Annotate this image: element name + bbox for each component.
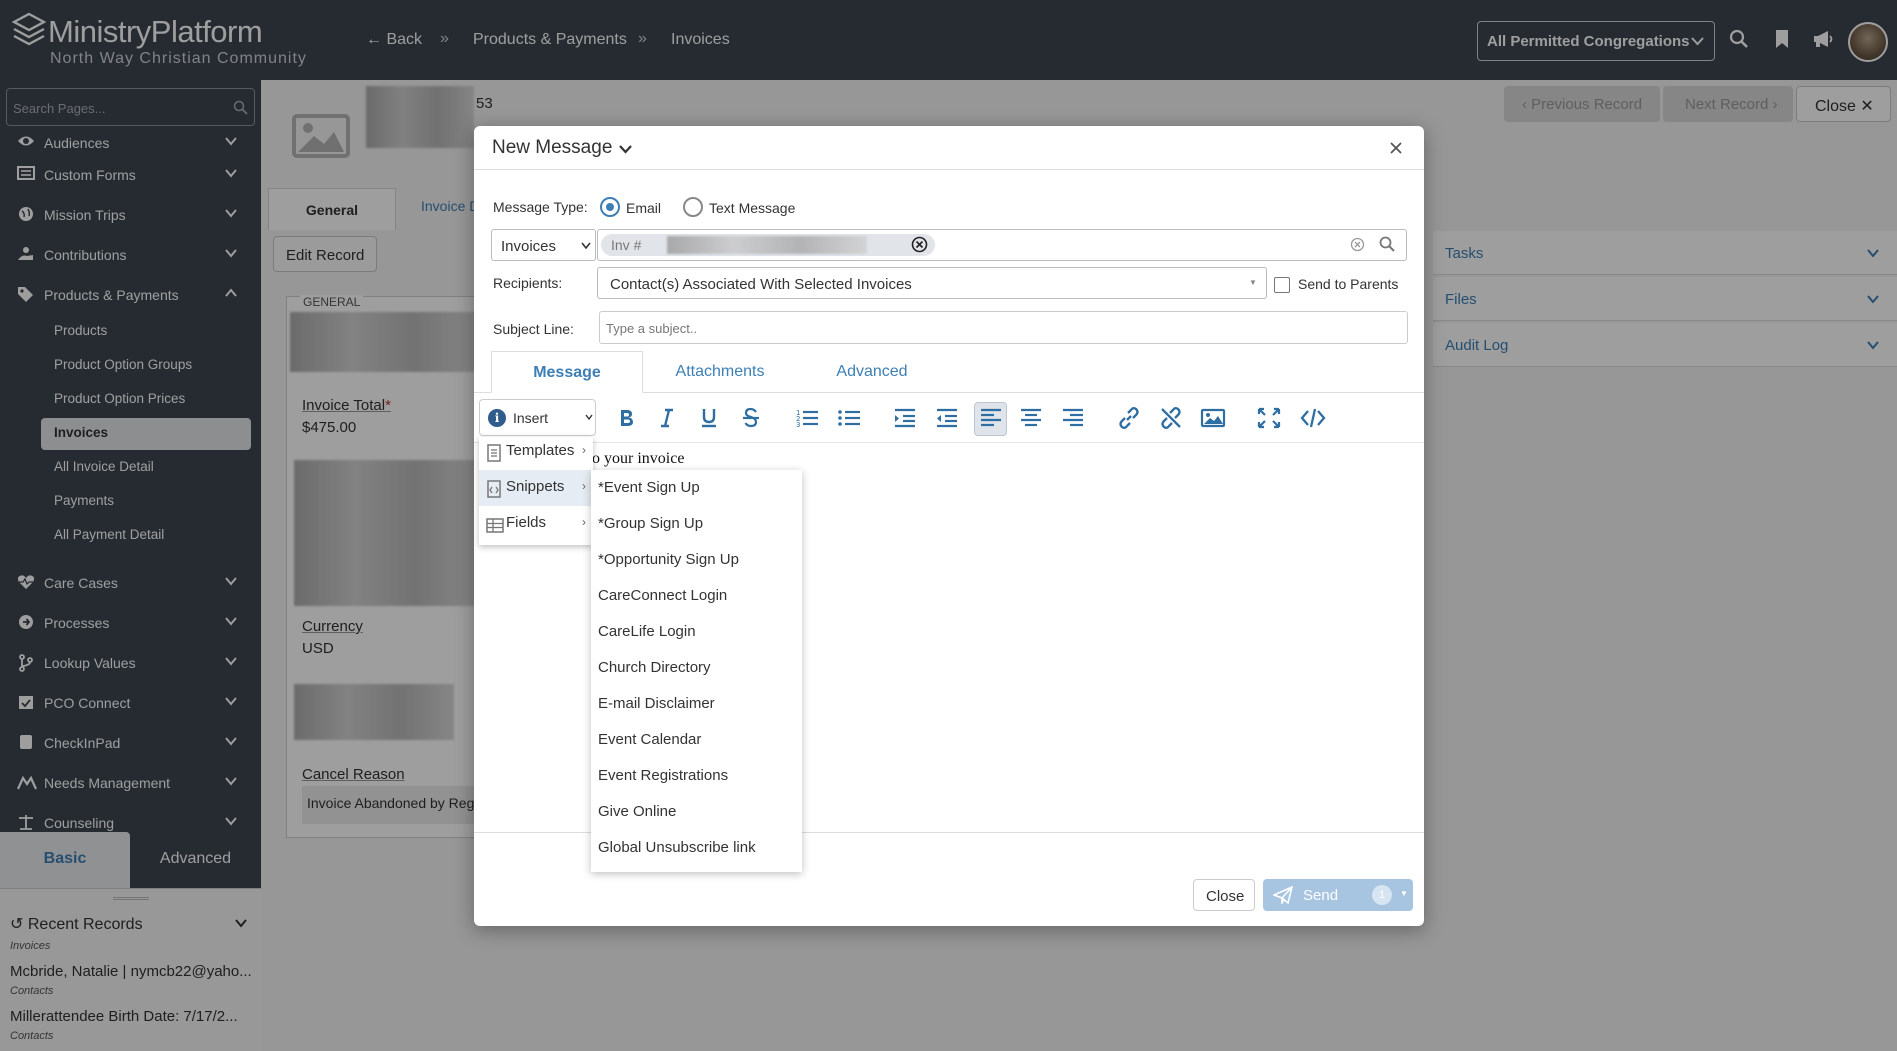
template-icon [487, 444, 501, 462]
close-button[interactable]: Close [1193, 879, 1255, 911]
send-to-parents-label[interactable]: Send to Parents [1298, 276, 1398, 292]
snippet-item[interactable]: Church Directory [598, 659, 711, 676]
snippet-item[interactable]: Global Unsubscribe link [598, 839, 756, 856]
clear-icon[interactable] [1350, 237, 1365, 252]
align-center-icon[interactable] [1018, 406, 1044, 430]
send-to-parents-checkbox[interactable] [1274, 277, 1290, 293]
recipients-label: Recipients: [493, 275, 563, 291]
italic-icon[interactable] [654, 406, 680, 430]
snippet-item[interactable]: CareLife Login [598, 623, 696, 640]
recipient-count-badge: 1 [1372, 885, 1392, 905]
selection-chip[interactable]: Inv # [601, 234, 935, 256]
align-right-icon[interactable] [1060, 406, 1086, 430]
caret-down-icon[interactable]: ▼ [1400, 889, 1408, 898]
subject-input[interactable]: Type a subject.. [599, 311, 1408, 344]
link-icon[interactable] [1116, 406, 1142, 430]
outdent-icon[interactable] [934, 406, 960, 430]
radio-text-message-label[interactable]: Text Message [709, 200, 795, 216]
snippet-item[interactable]: Give Online [598, 803, 676, 820]
divider [474, 169, 1424, 170]
tab-message[interactable]: Message [491, 351, 643, 393]
snippet-item[interactable]: *Event Sign Up [598, 479, 700, 496]
chevron-right-icon: › [582, 443, 586, 457]
underline-icon[interactable] [696, 406, 722, 430]
info-icon: i [488, 409, 506, 427]
image-icon[interactable] [1200, 406, 1226, 430]
message-type-label: Message Type: [493, 199, 588, 215]
code-view-icon[interactable] [1300, 406, 1326, 430]
subject-label: Subject Line: [493, 321, 574, 337]
chevron-down-icon [585, 414, 593, 421]
divider [474, 442, 1424, 443]
unordered-list-icon[interactable] [836, 406, 862, 430]
radio-email-label[interactable]: Email [626, 200, 661, 216]
radio-text-message[interactable] [683, 197, 703, 217]
paper-plane-icon [1273, 886, 1293, 904]
align-left-icon[interactable] [978, 406, 1004, 430]
tab-attachments[interactable]: Attachments [660, 351, 780, 393]
snippet-icon [487, 480, 501, 498]
snippet-item[interactable]: Event Registrations [598, 767, 728, 784]
radio-email[interactable] [600, 197, 620, 217]
snippet-item[interactable]: *Group Sign Up [598, 515, 703, 532]
snippet-item[interactable]: E-mail Disclaimer [598, 695, 715, 712]
tab-advanced-message[interactable]: Advanced [822, 351, 922, 393]
insert-menu-fields[interactable]: Fields › [479, 506, 593, 542]
chevron-right-icon: › [582, 479, 586, 493]
chevron-down-icon[interactable] [618, 141, 633, 156]
close-icon[interactable] [1388, 140, 1404, 156]
snippet-item[interactable]: *Opportunity Sign Up [598, 551, 739, 568]
redacted-value [667, 236, 867, 254]
message-editor-content[interactable]: o your invoice [592, 450, 684, 468]
bold-icon[interactable] [613, 406, 639, 430]
caret-down-icon: ▼ [1249, 278, 1257, 287]
chevron-right-icon: › [582, 515, 586, 529]
table-icon [486, 518, 504, 533]
modal-title[interactable]: New Message [492, 137, 612, 159]
strikethrough-icon[interactable] [738, 406, 764, 430]
unlink-icon[interactable] [1158, 406, 1184, 430]
snippet-item[interactable]: CareConnect Login [598, 587, 727, 604]
snippet-item[interactable]: Event Calendar [598, 731, 701, 748]
ordered-list-icon[interactable]: 123 [794, 406, 820, 430]
insert-menu-snippets[interactable]: Snippets › [479, 470, 593, 506]
chevron-down-icon [581, 242, 591, 250]
remove-chip-icon[interactable] [911, 236, 928, 253]
fullscreen-icon[interactable] [1256, 406, 1282, 430]
insert-menu-templates[interactable]: Templates › [479, 434, 593, 470]
indent-icon[interactable] [892, 406, 918, 430]
svg-text:3: 3 [796, 421, 800, 429]
recipients-select[interactable]: Contact(s) Associated With Selected Invo… [597, 267, 1267, 299]
search-icon[interactable] [1379, 236, 1395, 252]
selection-source-select[interactable]: Invoices [491, 229, 596, 261]
